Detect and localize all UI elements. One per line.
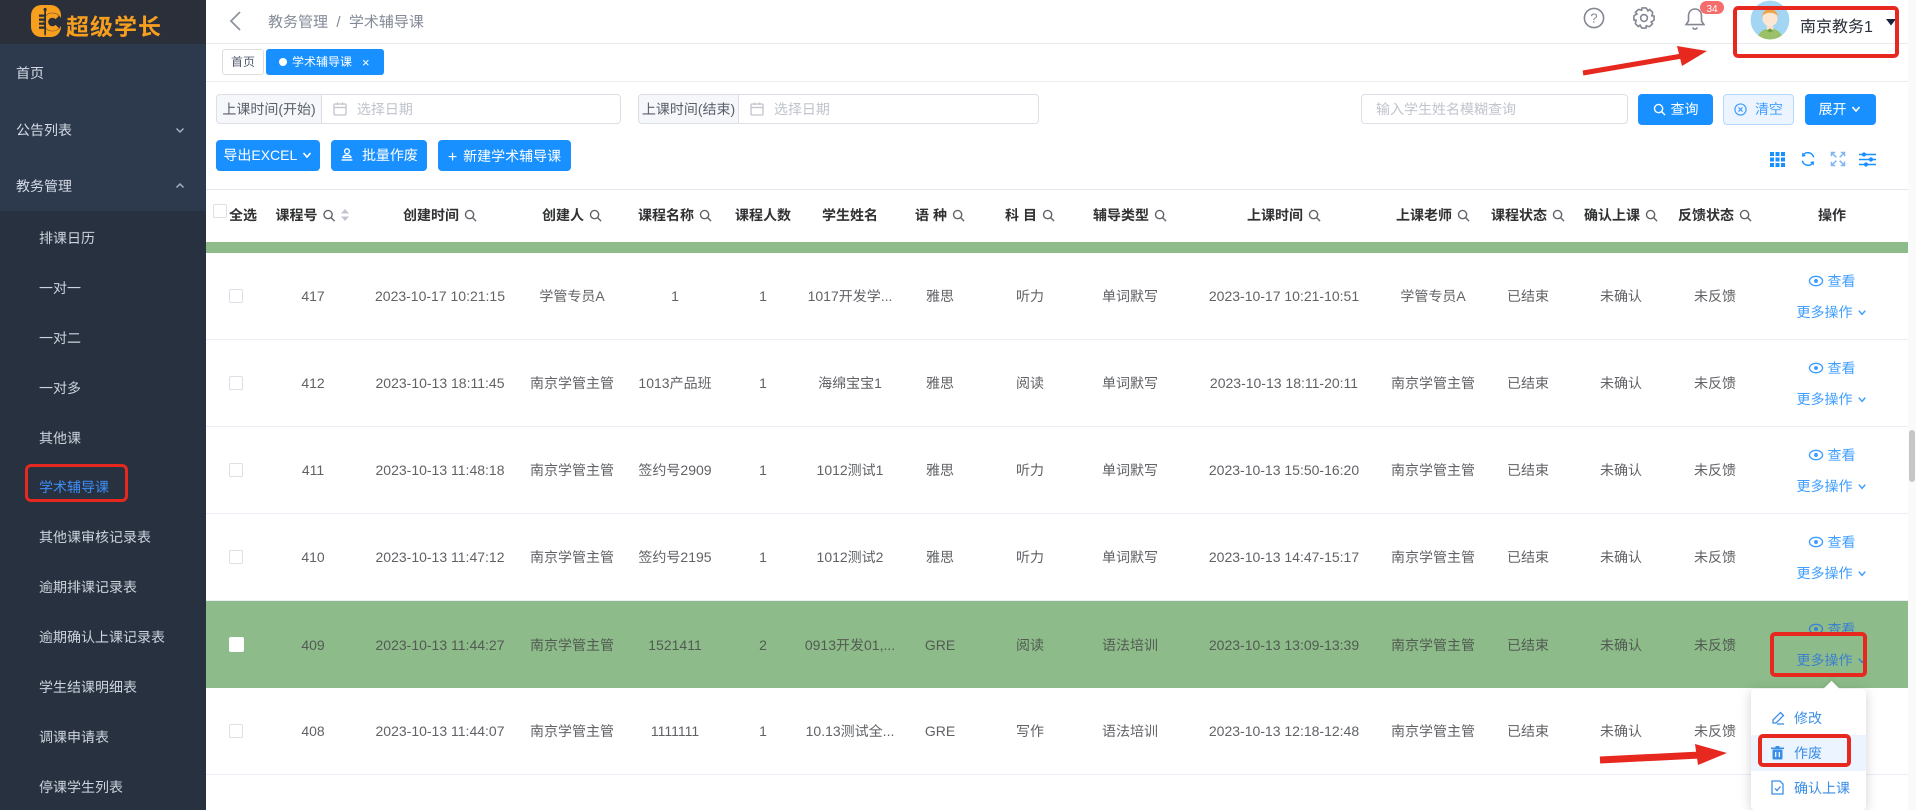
svg-text:?: ? <box>1590 11 1597 26</box>
